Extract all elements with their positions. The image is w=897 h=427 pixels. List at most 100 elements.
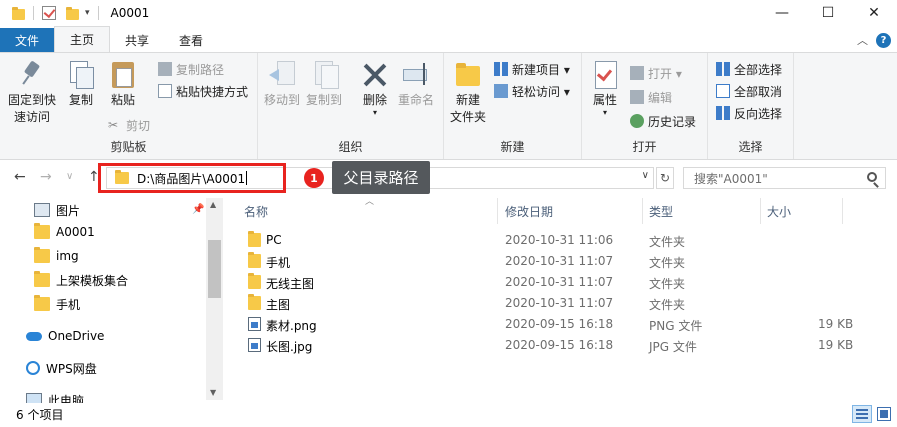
- sidebar-scrollbar[interactable]: ▲ ▼: [206, 198, 223, 400]
- window-title: A0001: [110, 6, 150, 20]
- new-item-button[interactable]: 新建项目 ▾: [494, 59, 570, 79]
- table-row[interactable]: PC 2020-10-31 11:06 文件夹: [232, 230, 897, 251]
- table-row[interactable]: 无线主图 2020-10-31 11:07 文件夹: [232, 272, 897, 293]
- recent-locations-icon[interactable]: ∨: [66, 171, 73, 182]
- paste-shortcut-button[interactable]: 粘贴快捷方式: [158, 81, 248, 101]
- column-divider[interactable]: [760, 198, 761, 224]
- column-header-size[interactable]: 大小: [767, 196, 791, 226]
- table-row[interactable]: 长图.jpg 2020-09-15 16:18 JPG 文件 19 KB: [232, 335, 897, 356]
- paste-icon: [108, 59, 138, 89]
- copy-to-button[interactable]: 复制到: [306, 59, 342, 109]
- file-name: 长图.jpg: [266, 340, 313, 354]
- search-input[interactable]: 搜索"A0001": [683, 167, 886, 189]
- pin-quick-access-button[interactable]: 固定到快 速访问: [8, 59, 56, 126]
- scroll-up-icon[interactable]: ▲: [210, 200, 216, 209]
- close-button[interactable]: ✕: [851, 0, 897, 26]
- divider: [33, 6, 34, 20]
- sidebar-item-phone[interactable]: 手机: [34, 292, 80, 316]
- column-divider[interactable]: [642, 198, 643, 224]
- sidebar-item-label: img: [56, 249, 79, 263]
- table-row[interactable]: 主图 2020-10-31 11:07 文件夹: [232, 293, 897, 314]
- table-row[interactable]: 手机 2020-10-31 11:07 文件夹: [232, 251, 897, 272]
- easy-access-label: 轻松访问 ▾: [512, 84, 570, 99]
- open-button[interactable]: 打开 ▾: [630, 63, 682, 83]
- maximize-button[interactable]: ☐: [805, 0, 851, 26]
- sidebar-item-label: WPS网盘: [46, 361, 97, 376]
- sidebar-item-a0001[interactable]: A0001: [34, 220, 95, 244]
- sidebar-item-onedrive[interactable]: OneDrive: [26, 324, 104, 348]
- paste-shortcut-icon: [158, 84, 172, 98]
- new-folder-button[interactable]: 新建 文件夹: [450, 59, 486, 126]
- move-to-button[interactable]: 移动到: [264, 59, 300, 109]
- refresh-button[interactable]: ↻: [656, 167, 674, 189]
- paste-button[interactable]: 粘贴: [108, 59, 138, 109]
- search-placeholder: 搜索"A0001": [694, 171, 768, 186]
- new-item-icon: [494, 62, 508, 76]
- collapse-ribbon-icon[interactable]: ︿: [857, 32, 868, 48]
- invert-selection-button[interactable]: 反向选择: [716, 103, 782, 123]
- copy-to-icon: [309, 59, 339, 89]
- folder-icon: [248, 231, 261, 247]
- column-header-modified[interactable]: 修改日期: [505, 196, 553, 226]
- forward-arrow-icon[interactable]: →: [40, 169, 52, 185]
- select-all-button[interactable]: 全部选择: [716, 59, 782, 79]
- move-to-label: 移动到: [264, 93, 301, 107]
- sidebar-item-img[interactable]: img: [34, 244, 79, 268]
- table-row[interactable]: 素材.png 2020-09-15 16:18 PNG 文件 19 KB: [232, 314, 897, 335]
- help-icon[interactable]: ?: [876, 32, 891, 48]
- select-none-button[interactable]: 全部取消: [716, 81, 782, 101]
- new-folder-quick-icon[interactable]: [66, 7, 79, 20]
- sidebar-item-label: 上架模板集合: [56, 273, 129, 288]
- column-header-type[interactable]: 类型: [649, 196, 673, 226]
- properties-quick-icon[interactable]: [42, 6, 56, 20]
- cut-button[interactable]: ✂ 剪切: [108, 115, 150, 135]
- pin-label-line1: 固定到快: [8, 93, 57, 107]
- open-label: 打开 ▾: [648, 66, 682, 81]
- folder-icon: [34, 295, 50, 311]
- new-folder-label-line2: 文件夹: [450, 110, 487, 124]
- open-group-label: 打开: [632, 140, 657, 154]
- delete-dropdown-icon[interactable]: ▾: [373, 109, 377, 117]
- history-button[interactable]: 历史记录: [630, 111, 696, 131]
- sidebar-item-templates[interactable]: 上架模板集合: [34, 268, 128, 292]
- cut-label: 剪切: [126, 118, 151, 133]
- tab-share[interactable]: 共享: [110, 28, 164, 52]
- select-none-icon: [716, 84, 730, 98]
- column-divider[interactable]: [842, 198, 843, 224]
- quick-access-dropdown-icon[interactable]: ▾: [85, 8, 90, 18]
- sort-ascending-icon: ︿: [365, 197, 375, 207]
- properties-button[interactable]: 属性 ▾: [590, 59, 620, 117]
- history-label: 历史记录: [648, 114, 697, 129]
- scrollbar-thumb[interactable]: [208, 240, 221, 298]
- column-header-name[interactable]: 名称: [244, 196, 268, 226]
- copy-button[interactable]: 复制: [66, 59, 96, 109]
- sidebar-item-wps[interactable]: WPS网盘: [26, 356, 97, 380]
- minimize-button[interactable]: —: [759, 0, 805, 26]
- large-icons-view-button[interactable]: [874, 405, 894, 423]
- properties-dropdown-icon[interactable]: ▾: [603, 109, 607, 117]
- address-dropdown-icon[interactable]: ∨: [642, 170, 649, 181]
- column-divider[interactable]: [497, 198, 498, 224]
- file-name: PC: [266, 233, 282, 247]
- rename-button[interactable]: 重命名: [398, 59, 434, 109]
- tab-view[interactable]: 查看: [164, 28, 218, 52]
- copy-path-button[interactable]: 复制路径: [158, 59, 224, 79]
- details-view-button[interactable]: [852, 405, 872, 423]
- back-arrow-icon[interactable]: ←: [14, 169, 26, 185]
- easy-access-button[interactable]: 轻松访问 ▾: [494, 81, 570, 101]
- wps-icon: [26, 361, 40, 375]
- file-type: 文件夹: [649, 256, 686, 270]
- delete-label: 删除: [362, 93, 387, 107]
- folder-icon: [34, 271, 50, 287]
- folder-icon: [248, 252, 261, 268]
- tab-home[interactable]: 主页: [54, 26, 111, 52]
- edit-button[interactable]: 编辑: [630, 87, 672, 107]
- file-modified: 2020-10-31 11:07: [505, 254, 614, 268]
- scroll-down-icon[interactable]: ▼: [210, 388, 216, 397]
- invert-selection-label: 反向选择: [734, 106, 783, 121]
- delete-button[interactable]: 删除 ▾: [360, 59, 390, 117]
- search-icon[interactable]: [867, 172, 877, 182]
- sidebar-item-pictures[interactable]: 图片: [34, 198, 80, 222]
- copy-label: 复制: [68, 93, 93, 107]
- tab-file[interactable]: 文件: [0, 28, 55, 52]
